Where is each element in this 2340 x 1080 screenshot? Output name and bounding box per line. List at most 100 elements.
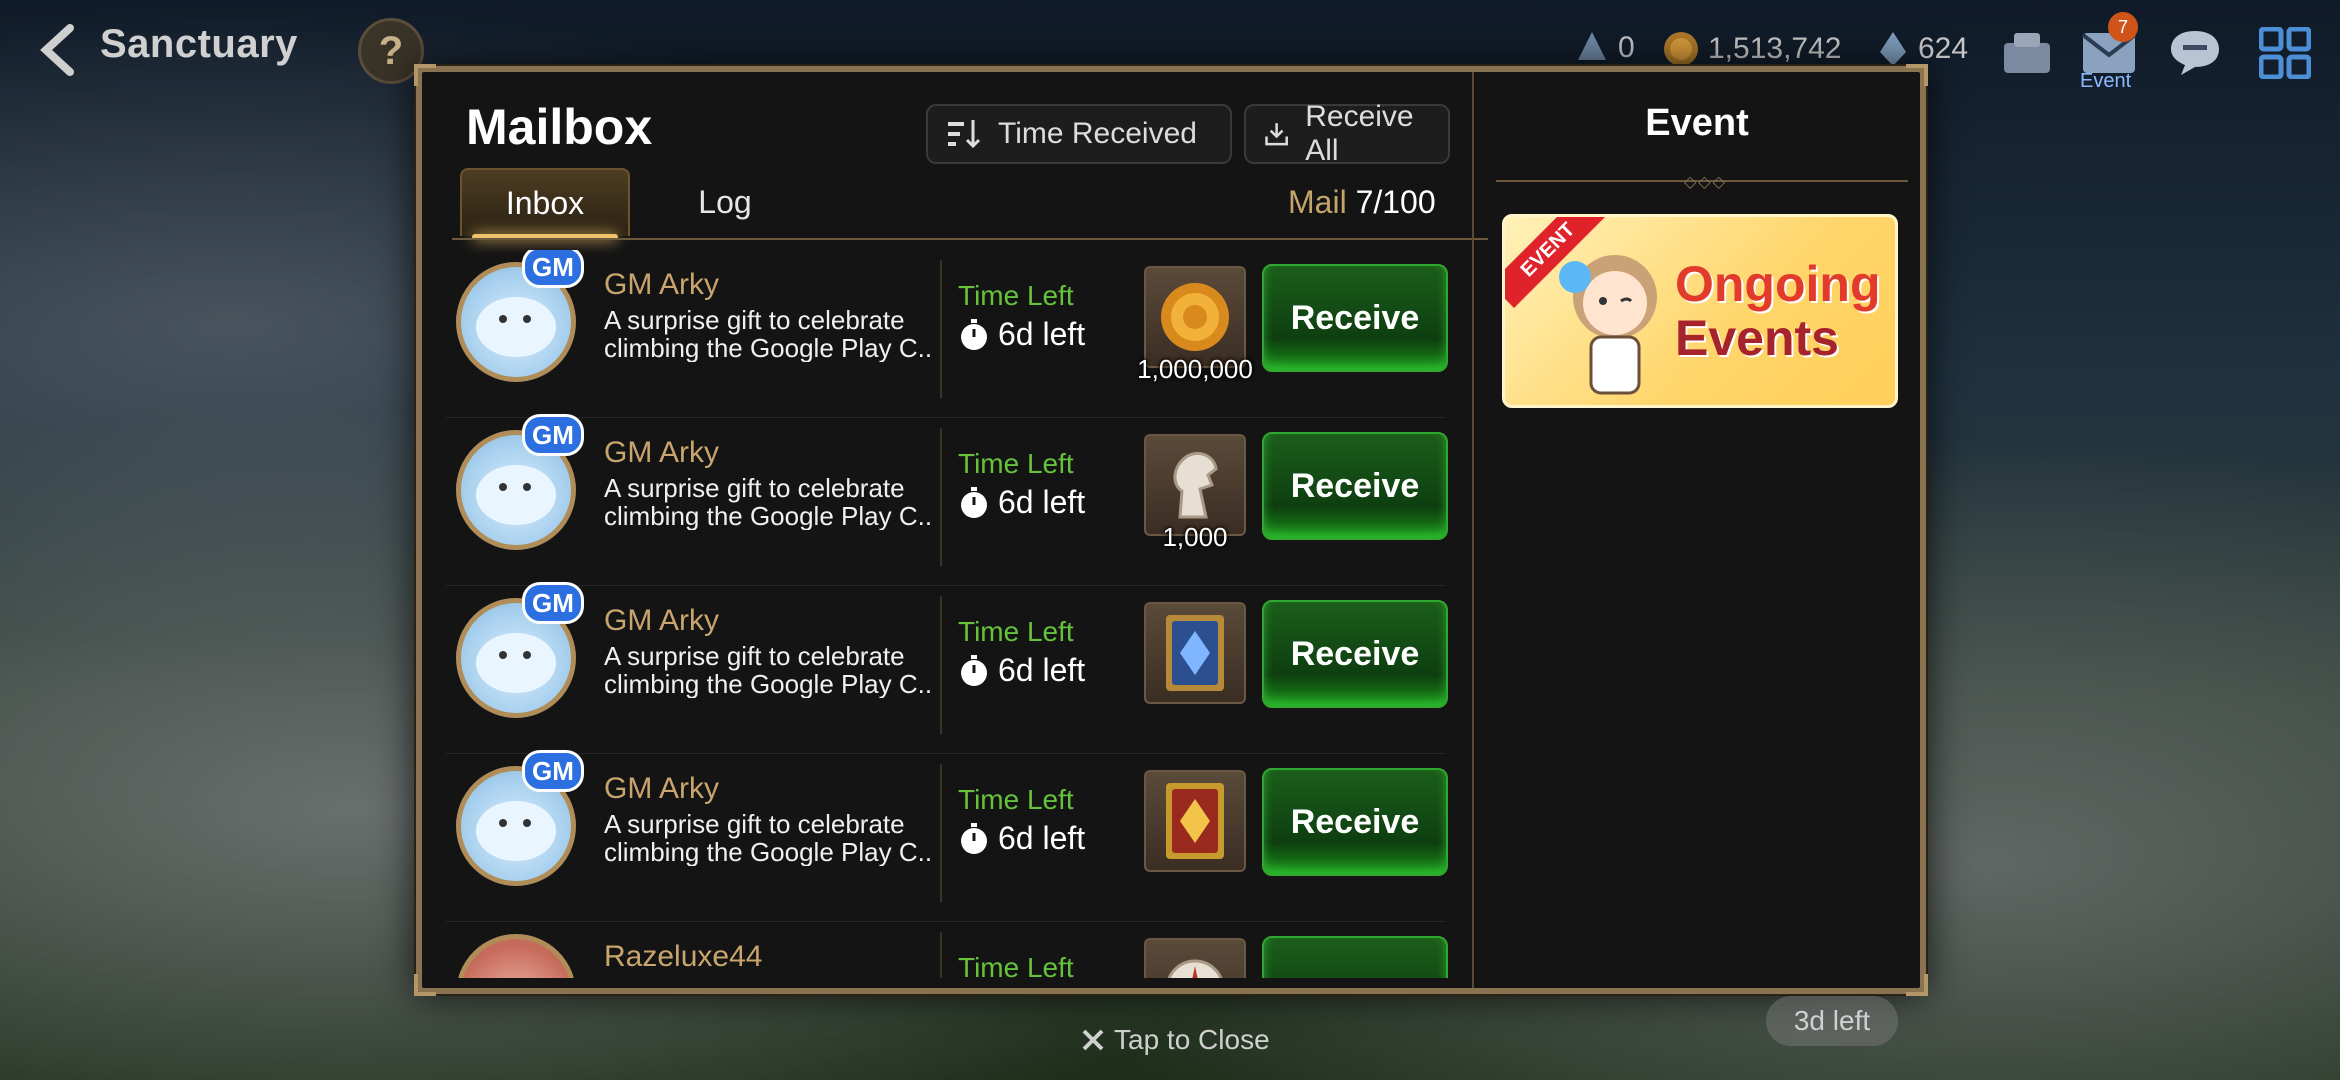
event-caption: Event: [2080, 70, 2132, 92]
receive-all-button[interactable]: Receive All: [1244, 100, 1450, 167]
gm-badge: GM: [522, 250, 584, 288]
chibi-character-icon: [1559, 255, 1657, 395]
reward-item[interactable]: [1144, 602, 1246, 704]
panel-divider: [1472, 72, 1474, 988]
time-left-value: 6d left: [958, 316, 1085, 353]
currency-gold[interactable]: 1,513,742: [1662, 30, 1841, 68]
stopwatch-icon: [961, 486, 987, 518]
time-left-value: 6d left: [958, 820, 1085, 857]
receive-all-label: Receive All: [1305, 100, 1414, 167]
receive-button[interactable]: Receive: [1262, 600, 1448, 708]
reward-item[interactable]: [1144, 434, 1246, 536]
sender-name: Razeluxe44: [604, 940, 763, 973]
chat-button[interactable]: [2160, 18, 2230, 88]
receive-button[interactable]: [1262, 936, 1448, 978]
time-value: 6d left: [998, 652, 1086, 688]
grid-menu-icon: [2259, 27, 2311, 79]
message-line: A surprise gift to celebrate: [604, 474, 905, 503]
sender-avatar: [456, 934, 576, 978]
currency-value: 1,513,742: [1708, 32, 1842, 65]
event-banner-text: Ongoing Events: [1675, 257, 1881, 365]
currency-crystal[interactable]: 0: [1574, 30, 1635, 66]
message-line: climbing the Google Play C...: [604, 333, 934, 362]
time-left-label: Time Left: [958, 448, 1074, 479]
time-value: 6d left: [998, 316, 1086, 352]
mail-item[interactable]: GM GM Arky A surprise gift to celebrate …: [446, 250, 1470, 418]
download-icon: [1265, 123, 1288, 146]
mail-count-value: 7/100: [1355, 184, 1436, 220]
compass-icon: [1167, 959, 1223, 978]
event-panel-title: Event: [1645, 102, 1749, 144]
column-divider: [940, 596, 942, 734]
mail-message: A surprise gift to celebrate climbing th…: [604, 306, 934, 362]
receive-button[interactable]: Receive: [1262, 432, 1448, 540]
banner-line: Ongoing: [1675, 256, 1881, 312]
menu-button[interactable]: [2250, 18, 2320, 88]
gm-badge: GM: [522, 750, 584, 792]
sender-name: GM Arky: [604, 436, 720, 469]
tap-close-label: Tap to Close: [1114, 1024, 1270, 1055]
close-icon: [1082, 1029, 1104, 1051]
gold-coin-icon: [1664, 32, 1698, 66]
mail-badge: 7: [2108, 12, 2138, 42]
reward-item[interactable]: [1144, 938, 1246, 978]
mail-item[interactable]: GM GM Arky A surprise gift to celebrate …: [446, 750, 1470, 922]
gold-coin-icon: [1161, 283, 1229, 351]
guild-button[interactable]: [1992, 18, 2062, 88]
background-timer-pill: 3d left: [1766, 996, 1898, 1046]
crystal-icon: [1578, 32, 1606, 60]
tap-to-close[interactable]: Tap to Close: [1080, 1024, 1270, 1056]
sender-name: GM Arky: [604, 772, 720, 805]
mail-list[interactable]: GM GM Arky A surprise gift to celebrate …: [446, 250, 1470, 978]
receive-button[interactable]: Receive: [1262, 768, 1448, 876]
tab-divider: [452, 238, 1488, 240]
mailbox-dialog: Mailbox Time Received Receive All Inbox …: [414, 64, 1928, 996]
tab-inbox[interactable]: Inbox: [460, 168, 630, 240]
time-left-label: Time Left: [958, 280, 1074, 311]
banner-line: Events: [1675, 310, 1839, 366]
receive-button[interactable]: Receive: [1262, 264, 1448, 372]
column-divider: [940, 764, 942, 902]
column-divider: [940, 260, 942, 398]
sort-button[interactable]: Time Received: [926, 104, 1232, 164]
reward-quantity: 1,000,000: [1137, 354, 1253, 384]
reward-quantity: 1,000: [1162, 522, 1228, 552]
sender-name: GM Arky: [604, 268, 720, 301]
mail-item[interactable]: GM GM Arky A surprise gift to celebrate …: [446, 414, 1470, 586]
sort-label: Time Received: [998, 117, 1197, 150]
frame-corner: [1906, 64, 1928, 86]
frame-corner: [414, 64, 436, 86]
message-line: A surprise gift to celebrate: [604, 810, 905, 839]
gm-badge: GM: [522, 414, 584, 456]
back-button[interactable]: [28, 20, 88, 80]
message-line: climbing the Google Play C...: [604, 669, 934, 698]
blue-card-icon: [1166, 615, 1224, 691]
stopwatch-icon: [961, 654, 987, 686]
tab-log[interactable]: Log: [640, 168, 810, 236]
mail-message: A surprise gift to celebrate climbing th…: [604, 474, 934, 530]
mail-item[interactable]: GM GM Arky A surprise gift to celebrate …: [446, 582, 1470, 754]
gold-card-icon: [1166, 783, 1224, 859]
stopwatch-icon: [961, 822, 987, 854]
mail-item[interactable]: Razeluxe44 Time Left: [446, 922, 1470, 978]
message-line: A surprise gift to celebrate: [604, 306, 905, 335]
mail-count: Mail 7/100: [1288, 184, 1436, 221]
mail-message: A surprise gift to celebrate climbing th…: [604, 810, 934, 866]
currency-value: 624: [1918, 32, 1969, 65]
column-divider: [940, 932, 942, 978]
currency-stamina[interactable]: 624: [1876, 30, 1968, 68]
message-line: A surprise gift to celebrate: [604, 642, 905, 671]
gm-badge: GM: [522, 582, 584, 624]
ongoing-events-banner[interactable]: EVENT Ongoing Events: [1502, 214, 1898, 408]
mail-message: A surprise gift to celebrate climbing th…: [604, 642, 934, 698]
mail-count-label: Mail: [1288, 184, 1347, 220]
horse-head-icon: [1173, 452, 1218, 519]
frame-corner: [1906, 974, 1928, 996]
message-line: climbing the Google Play C...: [604, 837, 934, 866]
currency-value: 0: [1618, 31, 1635, 64]
back-arrow-icon: [40, 24, 74, 76]
reward-item[interactable]: [1144, 266, 1246, 368]
reward-item[interactable]: [1144, 770, 1246, 872]
mailbox-title: Mailbox: [466, 99, 653, 155]
time-left-value: 6d left: [958, 652, 1085, 689]
